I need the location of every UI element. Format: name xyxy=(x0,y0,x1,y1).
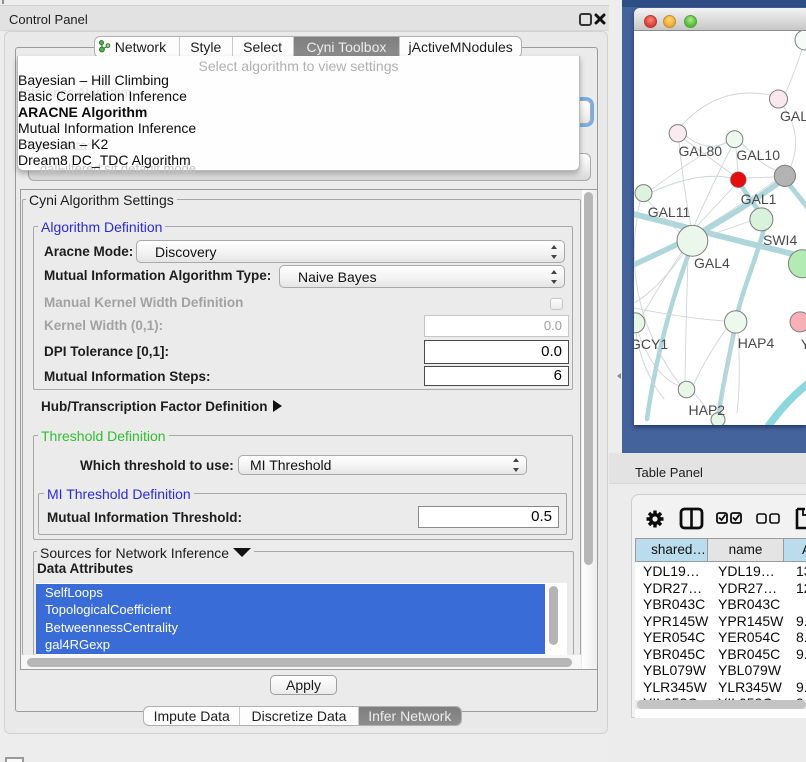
svg-text:HAP4: HAP4 xyxy=(738,335,775,351)
svg-text:HAP2: HAP2 xyxy=(689,402,726,418)
svg-text:GCY1: GCY1 xyxy=(634,336,668,352)
svg-text:GAL10: GAL10 xyxy=(736,147,780,163)
svg-text:SWI4: SWI4 xyxy=(763,232,797,248)
svg-text:GAL80: GAL80 xyxy=(679,143,723,159)
svg-text:GAL7: GAL7 xyxy=(780,108,806,124)
svg-text:GAL4: GAL4 xyxy=(694,255,730,271)
svg-text:Y: Y xyxy=(801,336,806,352)
svg-text:GAL1: GAL1 xyxy=(741,191,777,207)
svg-text:GAL11: GAL11 xyxy=(648,204,691,220)
